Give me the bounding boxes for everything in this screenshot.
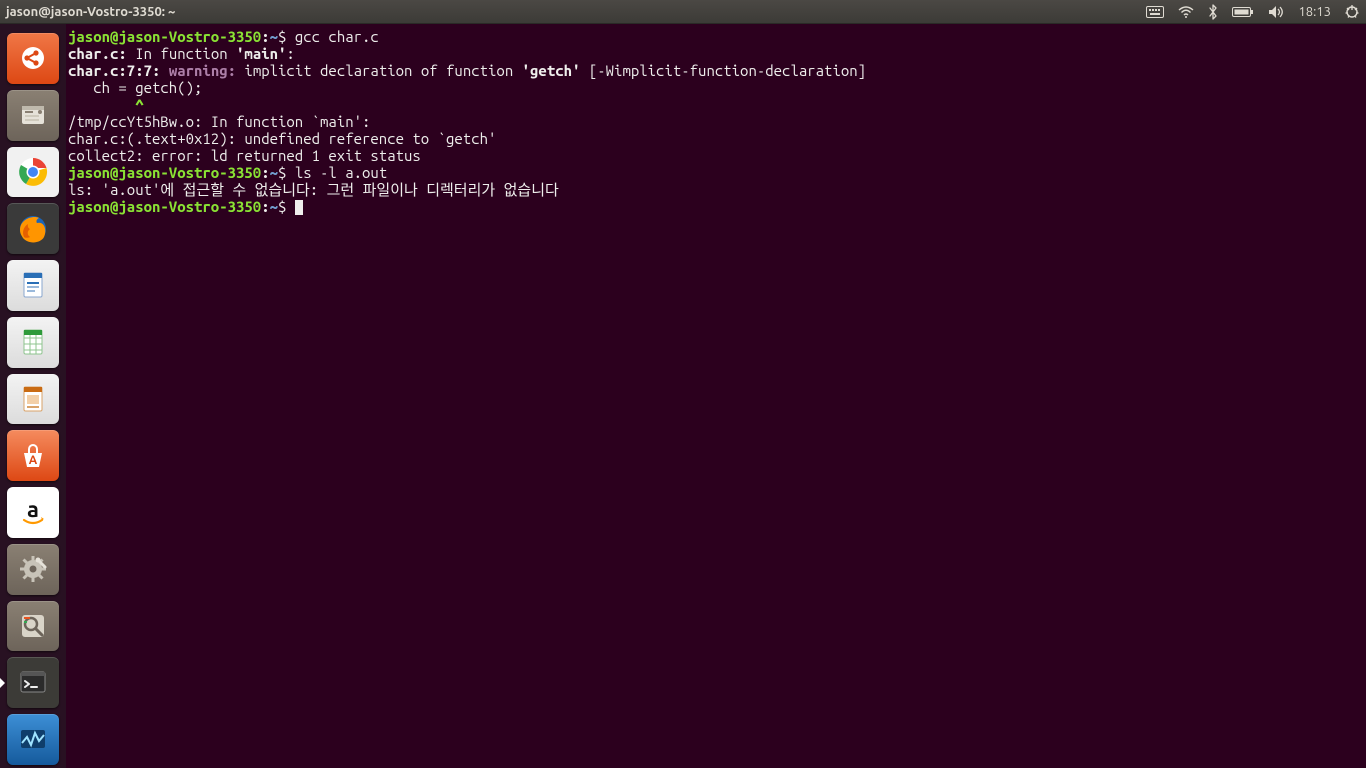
launcher-system-monitor[interactable] — [7, 714, 59, 765]
launcher-software-center[interactable]: A — [7, 430, 59, 481]
terminal-output: /tmp/ccYt5hBw.o: In function `main': — [68, 113, 370, 130]
terminal-output: collect2: error: ld returned 1 exit stat… — [68, 147, 421, 164]
launcher-chrome[interactable] — [7, 147, 59, 198]
terminal-output: implicit declaration of function — [244, 62, 521, 79]
terminal-cursor — [295, 200, 303, 215]
clock-indicator[interactable]: 18:13 — [1291, 0, 1338, 24]
terminal-window[interactable]: jason@jason-Vostro-3350:~$ gcc char.c ch… — [66, 24, 1366, 768]
prompt-sep: : — [261, 28, 269, 45]
terminal-output: 'main' — [236, 45, 286, 62]
terminal-output: char.c:(.text+0x12): undefined reference… — [68, 130, 496, 147]
launcher-amazon[interactable]: a — [7, 487, 59, 538]
prompt-user: jason@jason-Vostro-3350 — [68, 198, 261, 215]
terminal-output: In function — [127, 45, 236, 62]
prompt-sep: : — [261, 164, 269, 181]
prompt-path: ~ — [270, 198, 278, 215]
session-indicator[interactable] — [1338, 0, 1366, 24]
terminal-output: ch = getch(); — [68, 79, 202, 96]
terminal-output: ls: 'a.out'에 접근할 수 없습니다: 그런 파일이나 디렉터리가 없… — [68, 181, 559, 198]
terminal-output: char.c: — [68, 45, 127, 62]
svg-text:a: a — [27, 497, 39, 522]
window-title: jason@jason-Vostro-3350: ~ — [0, 5, 175, 19]
prompt-dollar: $ — [278, 198, 295, 215]
svg-text:A: A — [29, 454, 38, 467]
launcher-settings[interactable] — [7, 544, 59, 595]
launcher-dash[interactable] — [7, 33, 59, 84]
unity-launcher: A a — [0, 24, 66, 768]
battery-indicator[interactable] — [1225, 0, 1261, 24]
terminal-output — [68, 96, 135, 113]
terminal-output: [-Wimplicit-function-declaration] — [580, 62, 866, 79]
terminal-command: ls -l a.out — [295, 164, 387, 181]
launcher-files[interactable] — [7, 90, 59, 141]
launcher-search-lens[interactable] — [7, 601, 59, 652]
keyboard-indicator[interactable] — [1139, 0, 1171, 24]
top-panel: jason@jason-Vostro-3350: ~ 18:13 — [0, 0, 1366, 24]
terminal-output: : — [286, 45, 294, 62]
terminal-output: 'getch' — [522, 62, 581, 79]
sound-indicator[interactable] — [1261, 0, 1291, 24]
terminal-output: char.c:7:7: — [68, 62, 169, 79]
prompt-user: jason@jason-Vostro-3350 — [68, 28, 261, 45]
prompt-sep: : — [261, 198, 269, 215]
prompt-path: ~ — [270, 28, 278, 45]
clock-text: 18:13 — [1298, 5, 1331, 19]
prompt-dollar: $ — [278, 164, 295, 181]
terminal-command: gcc char.c — [295, 28, 379, 45]
launcher-writer[interactable] — [7, 260, 59, 311]
bluetooth-indicator[interactable] — [1201, 0, 1225, 24]
launcher-firefox[interactable] — [7, 203, 59, 254]
launcher-terminal[interactable] — [7, 657, 59, 708]
prompt-user: jason@jason-Vostro-3350 — [68, 164, 261, 181]
terminal-caret: ^ — [135, 96, 143, 113]
network-indicator[interactable] — [1171, 0, 1201, 24]
terminal-warning: warning: — [169, 62, 245, 79]
prompt-path: ~ — [270, 164, 278, 181]
launcher-calc[interactable] — [7, 317, 59, 368]
prompt-dollar: $ — [278, 28, 295, 45]
launcher-impress[interactable] — [7, 374, 59, 425]
